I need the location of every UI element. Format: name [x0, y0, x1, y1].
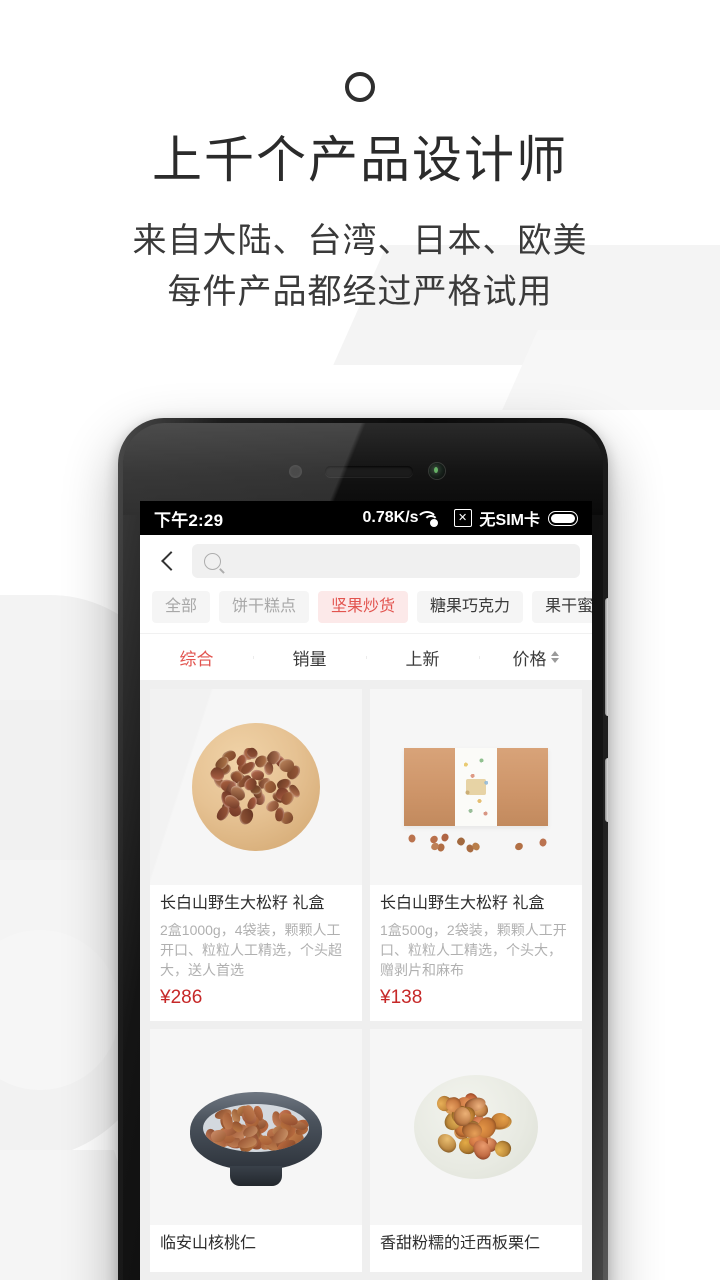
sort-tab-label: 价格 — [512, 649, 547, 669]
walnut-kernels-shape — [203, 1104, 309, 1153]
product-description: 2盒1000g，4袋装，颗颗人工开口、粒粒人工精选，个头超大，送人首选 — [160, 921, 342, 979]
product-image-walnut-kernels-dark-bowl — [150, 1029, 362, 1226]
product-card[interactable]: 香甜粉糯的迁西板栗仁 — [370, 1029, 582, 1273]
product-artwork — [150, 1029, 362, 1225]
category-chip-row[interactable]: 全部 饼干糕点 坚果炒货 糖果巧克力 果干蜜饯 — [140, 587, 592, 633]
category-chip-dried-fruit[interactable]: 果干蜜饯 — [532, 591, 592, 623]
product-row: 长白山野生大松籽 礼盒 2盒1000g，4袋装，颗颗人工开口、粒粒人工精选，个头… — [140, 689, 592, 1029]
bg-shape-8 — [0, 930, 120, 1090]
screen-glare — [150, 689, 362, 885]
sort-tab-label: 综合 — [179, 649, 214, 669]
product-card[interactable]: 临安山核桃仁 — [150, 1029, 362, 1273]
promo-subtitle-line-1: 来自大陆、台湾、日本、欧美 — [132, 221, 588, 260]
app-bar — [140, 535, 592, 587]
product-price: ¥286 — [160, 987, 203, 1009]
sort-tab-new[interactable]: 上新 — [366, 645, 479, 670]
sim-status: 无SIM卡 — [479, 512, 540, 529]
phone-body: 下午2:29 0.78K/s ✕ 无SIM卡 全部 饼干糕点 坚果炒货 糖果巧克… — [123, 423, 603, 1280]
bg-shape-2 — [502, 330, 720, 410]
promo-screenshot: 上千个产品设计师 来自大陆、台湾、日本、欧美 每件产品都经过严格试用 下午2:2… — [0, 0, 720, 1280]
x-box-icon: ✕ — [453, 509, 472, 527]
ring-icon — [345, 72, 375, 102]
product-title: 长白山野生大松籽 礼盒 — [160, 895, 325, 912]
category-chip-biscuits[interactable]: 饼干糕点 — [219, 591, 310, 623]
gift-box-label — [466, 779, 486, 795]
promo-header: 上千个产品设计师 来自大陆、台湾、日本、欧美 每件产品都经过严格试用 — [0, 0, 720, 319]
product-card-body: 长白山野生大松籽 礼盒 2盒1000g，4袋装，颗颗人工开口、粒粒人工精选，个头… — [150, 885, 362, 1021]
sort-tab-sales[interactable]: 销量 — [253, 645, 366, 670]
product-card[interactable]: 长白山野生大松籽 礼盒 2盒1000g，4袋装，颗颗人工开口、粒粒人工精选，个头… — [150, 689, 362, 1022]
product-price: ¥138 — [380, 987, 423, 1009]
sort-arrows-icon — [550, 651, 559, 663]
product-card-body: 临安山核桃仁 — [150, 1225, 362, 1272]
product-grid: 长白山野生大松籽 礼盒 2盒1000g，4袋装，颗颗人工开口、粒粒人工精选，个头… — [140, 681, 592, 1280]
product-title: 临安山核桃仁 — [160, 1235, 257, 1253]
product-card-body: 香甜粉糯的迁西板栗仁 — [370, 1225, 582, 1272]
search-box[interactable] — [192, 544, 580, 578]
gift-box-shape — [404, 748, 548, 826]
battery-full-icon — [548, 510, 578, 526]
back-chevron-icon[interactable] — [152, 544, 186, 578]
sort-tab-price[interactable]: 价格 — [479, 645, 592, 670]
product-title: 香甜粉糯的迁西板栗仁 — [380, 1235, 541, 1253]
search-icon — [204, 552, 221, 570]
product-image-chestnuts-pale-plate — [370, 1029, 582, 1226]
product-artwork — [370, 1029, 582, 1225]
category-chip-all[interactable]: 全部 — [152, 591, 211, 623]
product-artwork — [370, 689, 582, 885]
gift-box-band — [455, 748, 497, 826]
status-bar: 下午2:29 0.78K/s ✕ 无SIM卡 — [140, 501, 592, 535]
promo-subtitle: 来自大陆、台湾、日本、欧美 每件产品都经过严格试用 — [0, 216, 720, 319]
sort-tab-comprehensive[interactable]: 综合 — [140, 645, 253, 670]
volume-button[interactable] — [605, 598, 608, 716]
dark-bowl-shape — [190, 1092, 322, 1171]
network-speed: 0.78K/s — [362, 509, 419, 526]
product-card-body: 长白山野生大松籽 礼盒 1盒500g，2袋装，颗颗人工开口、粒粒人工精选，个头大… — [370, 885, 582, 1021]
category-chip-chocolate[interactable]: 糖果巧克力 — [417, 591, 524, 623]
promo-subtitle-line-2: 每件产品都经过严格试用 — [167, 273, 553, 312]
product-card[interactable]: 长白山野生大松籽 礼盒 1盒500g，2袋装，颗颗人工开口、粒粒人工精选，个头大… — [370, 689, 582, 1022]
product-description: 1盒500g，2袋装，颗颗人工开口、粒粒人工精选，个头大，赠剥片和麻布 — [380, 921, 567, 979]
promo-title: 上千个产品设计师 — [152, 132, 568, 188]
product-image-pine-nuts-wooden-plate — [150, 689, 362, 885]
sort-tab-label: 上新 — [405, 649, 440, 669]
scattered-nuts-shape — [401, 831, 551, 854]
product-image-kraft-gift-box — [370, 689, 582, 885]
status-time: 下午2:29 — [154, 510, 224, 530]
sort-tab-label: 销量 — [292, 649, 327, 669]
sort-tab-row[interactable]: 综合 销量 上新 价格 — [140, 633, 592, 681]
category-chip-nuts[interactable]: 坚果炒货 — [318, 591, 409, 623]
status-indicators: 0.78K/s ✕ 无SIM卡 — [362, 506, 578, 530]
wifi-icon — [416, 511, 446, 527]
chestnuts-shape — [434, 1090, 517, 1163]
product-title: 长白山野生大松籽 礼盒 — [380, 895, 545, 912]
phone-mockup: 下午2:29 0.78K/s ✕ 无SIM卡 全部 饼干糕点 坚果炒货 糖果巧克… — [118, 418, 608, 1280]
phone-screen: 下午2:29 0.78K/s ✕ 无SIM卡 全部 饼干糕点 坚果炒货 糖果巧克… — [140, 501, 592, 1280]
search-input[interactable] — [230, 552, 568, 570]
power-button[interactable] — [605, 758, 608, 822]
ring-icon-wrap — [0, 72, 720, 102]
product-row: 临安山核桃仁 香甜粉糯的迁西板栗仁 — [140, 1029, 592, 1280]
